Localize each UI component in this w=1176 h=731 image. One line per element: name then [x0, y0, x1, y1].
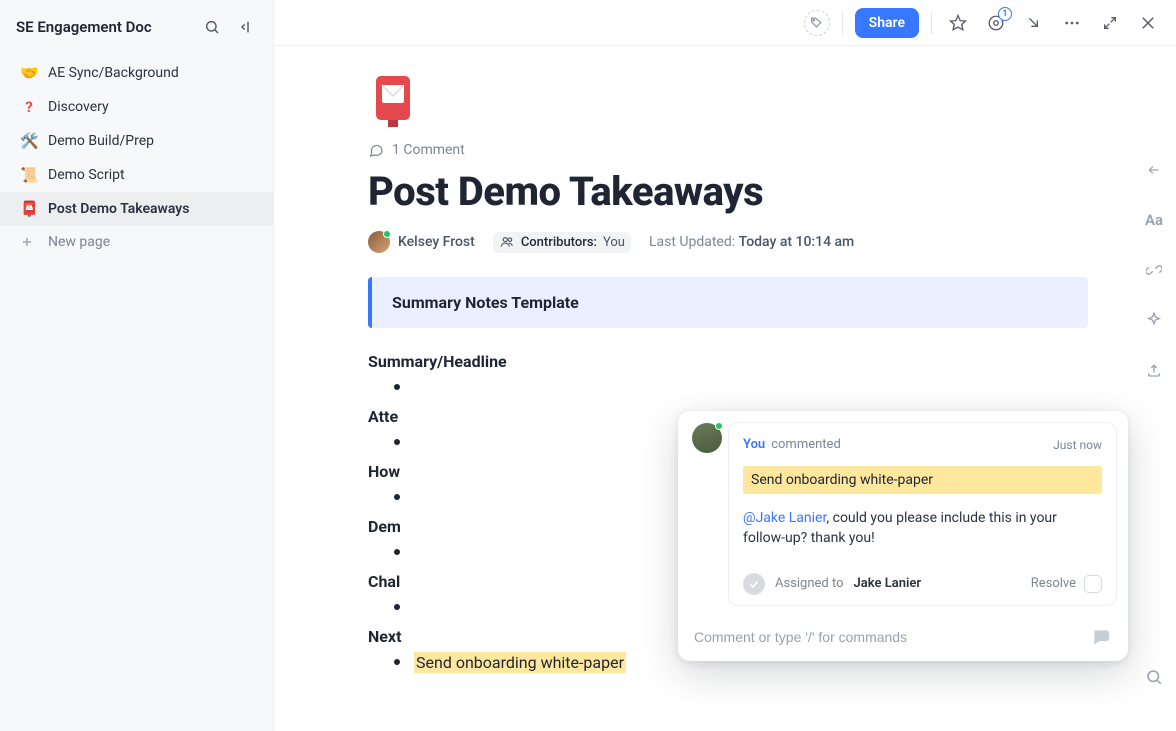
doc-meta-row: Kelsey Frost Contributors: You Last Upda…: [368, 231, 1088, 253]
author-avatar: [368, 231, 390, 253]
comment-quote: Send onboarding white-paper: [743, 466, 1102, 494]
comment-input-row: [678, 617, 1128, 661]
bullet-dot-icon: [394, 494, 400, 500]
comment-popup: You commented Just now Send onboarding w…: [678, 411, 1128, 661]
typography-icon[interactable]: Aa: [1140, 206, 1168, 234]
plus-icon: [20, 235, 38, 249]
download-icon[interactable]: [1020, 9, 1048, 37]
sidebar-item-label: Demo Script: [48, 167, 125, 183]
bullet-dot-icon: [394, 439, 400, 445]
online-status-dot: [715, 422, 723, 430]
commenter-avatar: [692, 423, 722, 453]
section-heading[interactable]: Summary/Headline: [368, 352, 1088, 371]
doc-workspace-title: SE Engagement Doc: [16, 18, 191, 36]
more-icon[interactable]: [1058, 9, 1086, 37]
comment-input[interactable]: [694, 629, 1090, 645]
bullet-item[interactable]: [368, 377, 1088, 397]
callout-block[interactable]: Summary Notes Template: [368, 277, 1088, 328]
contributors-label: Contributors:: [521, 235, 597, 250]
updated-value: Today at 10:14 am: [739, 234, 855, 250]
tools-icon: 🛠️: [20, 132, 38, 150]
sidebar: SE Engagement Doc 🤝 AE Sync/Background ?…: [0, 0, 274, 731]
notification-badge: 1: [998, 7, 1012, 21]
bullet-dot-icon: [394, 384, 400, 390]
right-rail: Aa: [1132, 46, 1176, 731]
close-icon[interactable]: [1134, 9, 1162, 37]
sidebar-item-label: Demo Build/Prep: [48, 133, 154, 149]
assigned-to-label: Assigned to: [775, 576, 844, 591]
user-mention[interactable]: @Jake Lanier: [743, 510, 826, 526]
contributors-value: You: [603, 235, 625, 250]
sidebar-item-label: Discovery: [48, 99, 109, 115]
comment-author: You: [743, 437, 765, 452]
divider: [931, 12, 932, 34]
page-title[interactable]: Post Demo Takeaways: [368, 168, 1088, 215]
highlighted-text[interactable]: Send onboarding white-paper: [414, 652, 626, 673]
sidebar-item-ae-sync[interactable]: 🤝 AE Sync/Background: [0, 56, 273, 90]
sidebar-item-label: AE Sync/Background: [48, 65, 179, 81]
expand-icon[interactable]: [1096, 9, 1124, 37]
sidebar-item-demo-script[interactable]: 📜 Demo Script: [0, 158, 273, 192]
upload-icon[interactable]: [1140, 356, 1168, 384]
sidebar-item-demo-build[interactable]: 🛠️ Demo Build/Prep: [0, 124, 273, 158]
bullet-dot-icon: [394, 549, 400, 555]
resolve-label: Resolve: [1031, 576, 1076, 591]
sidebar-page-list: 🤝 AE Sync/Background ? Discovery 🛠️ Demo…: [0, 50, 273, 258]
search-page-icon[interactable]: [1140, 663, 1168, 691]
comment-header: You commented Just now: [743, 437, 1102, 452]
resolve-checkbox[interactable]: [1084, 575, 1102, 593]
tag-icon[interactable]: [804, 10, 830, 36]
scroll-icon: 📜: [20, 166, 38, 184]
assignee-name: Jake Lanier: [854, 576, 922, 591]
collapse-sidebar-icon[interactable]: [233, 14, 259, 40]
resolve-action[interactable]: Resolve: [1031, 575, 1102, 593]
contributors-chip[interactable]: Contributors: You: [493, 232, 631, 253]
online-status-dot: [383, 230, 391, 238]
bullet-dot-icon: [394, 659, 400, 665]
sidebar-item-post-demo[interactable]: 📮 Post Demo Takeaways: [0, 192, 273, 226]
bullet-dot-icon: [394, 604, 400, 610]
last-updated: Last Updated: Today at 10:14 am: [649, 234, 854, 250]
indent-icon[interactable]: [1140, 156, 1168, 184]
comment-body: @Jake Lanier, could you please include t…: [743, 508, 1102, 549]
sidebar-item-label: Post Demo Takeaways: [48, 201, 189, 217]
sidebar-header: SE Engagement Doc: [0, 0, 273, 50]
notifications-icon[interactable]: 1: [982, 9, 1010, 37]
comment-timestamp: Just now: [1053, 438, 1102, 452]
sidebar-new-page[interactable]: New page: [0, 226, 273, 258]
divider: [842, 12, 843, 34]
send-comment-icon[interactable]: [1090, 627, 1112, 647]
sidebar-item-discovery[interactable]: ? Discovery: [0, 90, 273, 124]
comment-card: You commented Just now Send onboarding w…: [728, 422, 1117, 606]
favorite-icon[interactable]: [944, 9, 972, 37]
share-button[interactable]: Share: [855, 8, 919, 38]
author-name: Kelsey Frost: [398, 234, 475, 250]
comment-count[interactable]: 1 Comment: [368, 142, 1088, 158]
updated-label: Last Updated:: [649, 234, 735, 250]
comment-count-label: 1 Comment: [392, 142, 465, 158]
postbox-icon: 📮: [20, 200, 38, 218]
question-icon: ?: [20, 98, 38, 116]
sidebar-new-page-label: New page: [48, 234, 110, 250]
comment-assign-row: Assigned to Jake Lanier Resolve: [743, 563, 1102, 595]
handshake-icon: 🤝: [20, 64, 38, 82]
topbar: Share 1: [274, 0, 1176, 46]
search-icon[interactable]: [199, 14, 225, 40]
page-emoji-icon[interactable]: [368, 74, 418, 128]
comment-action: commented: [771, 437, 841, 452]
link-icon[interactable]: [1140, 256, 1168, 284]
author-chip[interactable]: Kelsey Frost: [368, 231, 475, 253]
assign-check-icon[interactable]: [743, 573, 765, 595]
sparkle-icon[interactable]: [1140, 306, 1168, 334]
